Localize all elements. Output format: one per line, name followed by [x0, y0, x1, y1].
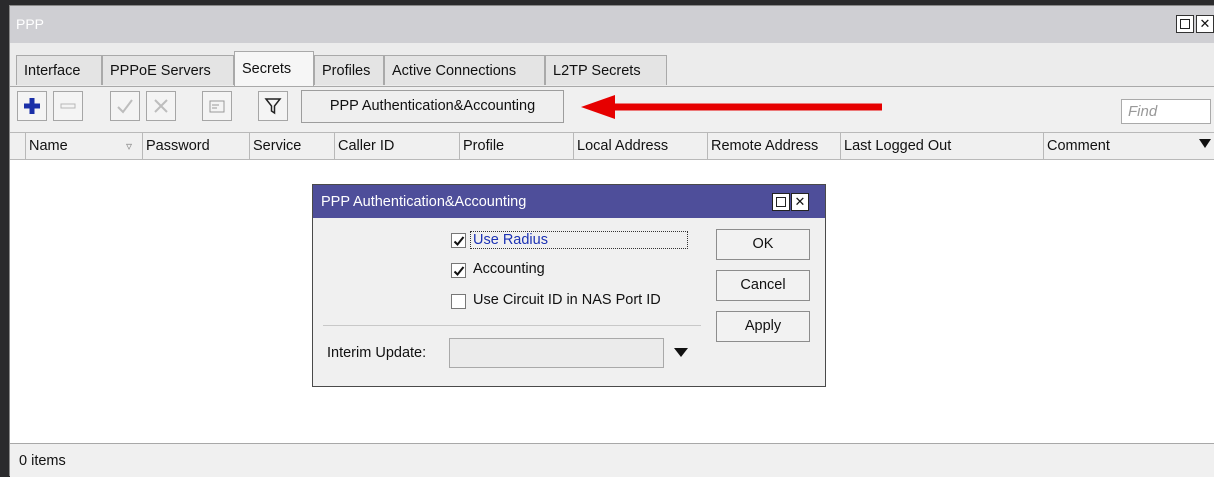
column-remote-address[interactable]: Remote Address — [708, 133, 841, 159]
use-radius-row[interactable]: Use Radius — [451, 230, 701, 254]
column-password[interactable]: Password — [143, 133, 250, 159]
comment-icon — [209, 100, 225, 113]
window-titlebar[interactable]: PPP ✕ — [10, 6, 1214, 43]
interim-update-label: Interim Update: — [327, 345, 427, 361]
items-count: 0 items — [19, 453, 66, 469]
dialog-title: PPP Authentication&Accounting — [321, 194, 527, 210]
circuit-id-row[interactable]: Use Circuit ID in NAS Port ID — [451, 291, 701, 315]
interim-update-input[interactable] — [449, 338, 664, 368]
close-icon[interactable]: ✕ — [1196, 15, 1214, 33]
comment-button[interactable] — [202, 91, 232, 121]
find-input[interactable]: Find — [1121, 99, 1211, 124]
checkmark-icon — [453, 236, 465, 246]
disable-icon — [154, 99, 168, 113]
tab-interface[interactable]: Interface — [16, 55, 102, 85]
tab-bar: Interface PPPoE Servers Secrets Profiles… — [10, 43, 1214, 87]
enable-button[interactable] — [110, 91, 140, 121]
ok-button[interactable]: OK — [716, 229, 810, 260]
apply-button[interactable]: Apply — [716, 311, 810, 342]
dialog-divider — [323, 325, 701, 326]
column-label: Name — [29, 138, 68, 154]
ppp-auth-accounting-button[interactable]: PPP Authentication&Accounting — [301, 90, 564, 123]
circuit-id-label: Use Circuit ID in NAS Port ID — [473, 292, 661, 308]
tab-profiles[interactable]: Profiles — [314, 55, 384, 85]
column-name[interactable]: Name ▿ — [26, 133, 143, 159]
use-radius-label: Use Radius — [470, 231, 688, 249]
column-local-address[interactable]: Local Address — [574, 133, 708, 159]
checkmark-icon — [453, 266, 465, 276]
circuit-id-checkbox[interactable] — [451, 294, 466, 309]
interim-update-dropdown-icon[interactable] — [674, 348, 688, 357]
remove-button[interactable] — [53, 91, 83, 121]
column-chooser-icon[interactable] — [1199, 139, 1211, 148]
accounting-checkbox[interactable] — [451, 263, 466, 278]
tab-pppoe-servers[interactable]: PPPoE Servers — [102, 55, 234, 85]
sort-icon: ▿ — [126, 139, 133, 153]
add-icon — [24, 98, 40, 114]
status-bar: 0 items — [10, 443, 1214, 477]
ppp-auth-dialog: PPP Authentication&Accounting ✕ Use Radi… — [312, 184, 826, 387]
table-header: Name ▿ Password Service Caller ID Profil… — [10, 132, 1214, 160]
maximize-icon[interactable] — [1176, 15, 1194, 33]
toolbar: PPP Authentication&Accounting Find — [10, 87, 1214, 127]
column-caller-id[interactable]: Caller ID — [335, 133, 460, 159]
dialog-titlebar[interactable]: PPP Authentication&Accounting ✕ — [313, 185, 825, 218]
column-comment[interactable]: Comment — [1044, 133, 1194, 159]
use-radius-label-wrap: Use Radius — [470, 231, 690, 249]
dialog-maximize-icon[interactable] — [772, 193, 790, 211]
add-button[interactable] — [17, 91, 47, 121]
use-radius-checkbox[interactable] — [451, 233, 466, 248]
column-last-logged-out[interactable]: Last Logged Out — [841, 133, 1044, 159]
dialog-close-icon[interactable]: ✕ — [791, 193, 809, 211]
column-spacer — [10, 133, 26, 159]
column-profile[interactable]: Profile — [460, 133, 574, 159]
filter-icon — [264, 98, 282, 115]
disable-button[interactable] — [146, 91, 176, 121]
red-arrow-annotation — [581, 95, 882, 119]
tab-active-connections[interactable]: Active Connections — [384, 55, 545, 85]
enable-icon — [117, 99, 133, 114]
filter-button[interactable] — [258, 91, 288, 121]
remove-icon — [60, 103, 76, 109]
tab-l2tp-secrets[interactable]: L2TP Secrets — [545, 55, 667, 85]
accounting-label: Accounting — [473, 261, 545, 277]
window-title: PPP — [16, 16, 45, 32]
column-service[interactable]: Service — [250, 133, 335, 159]
tab-secrets[interactable]: Secrets — [234, 51, 314, 86]
cancel-button[interactable]: Cancel — [716, 270, 810, 301]
accounting-row[interactable]: Accounting — [451, 260, 701, 284]
